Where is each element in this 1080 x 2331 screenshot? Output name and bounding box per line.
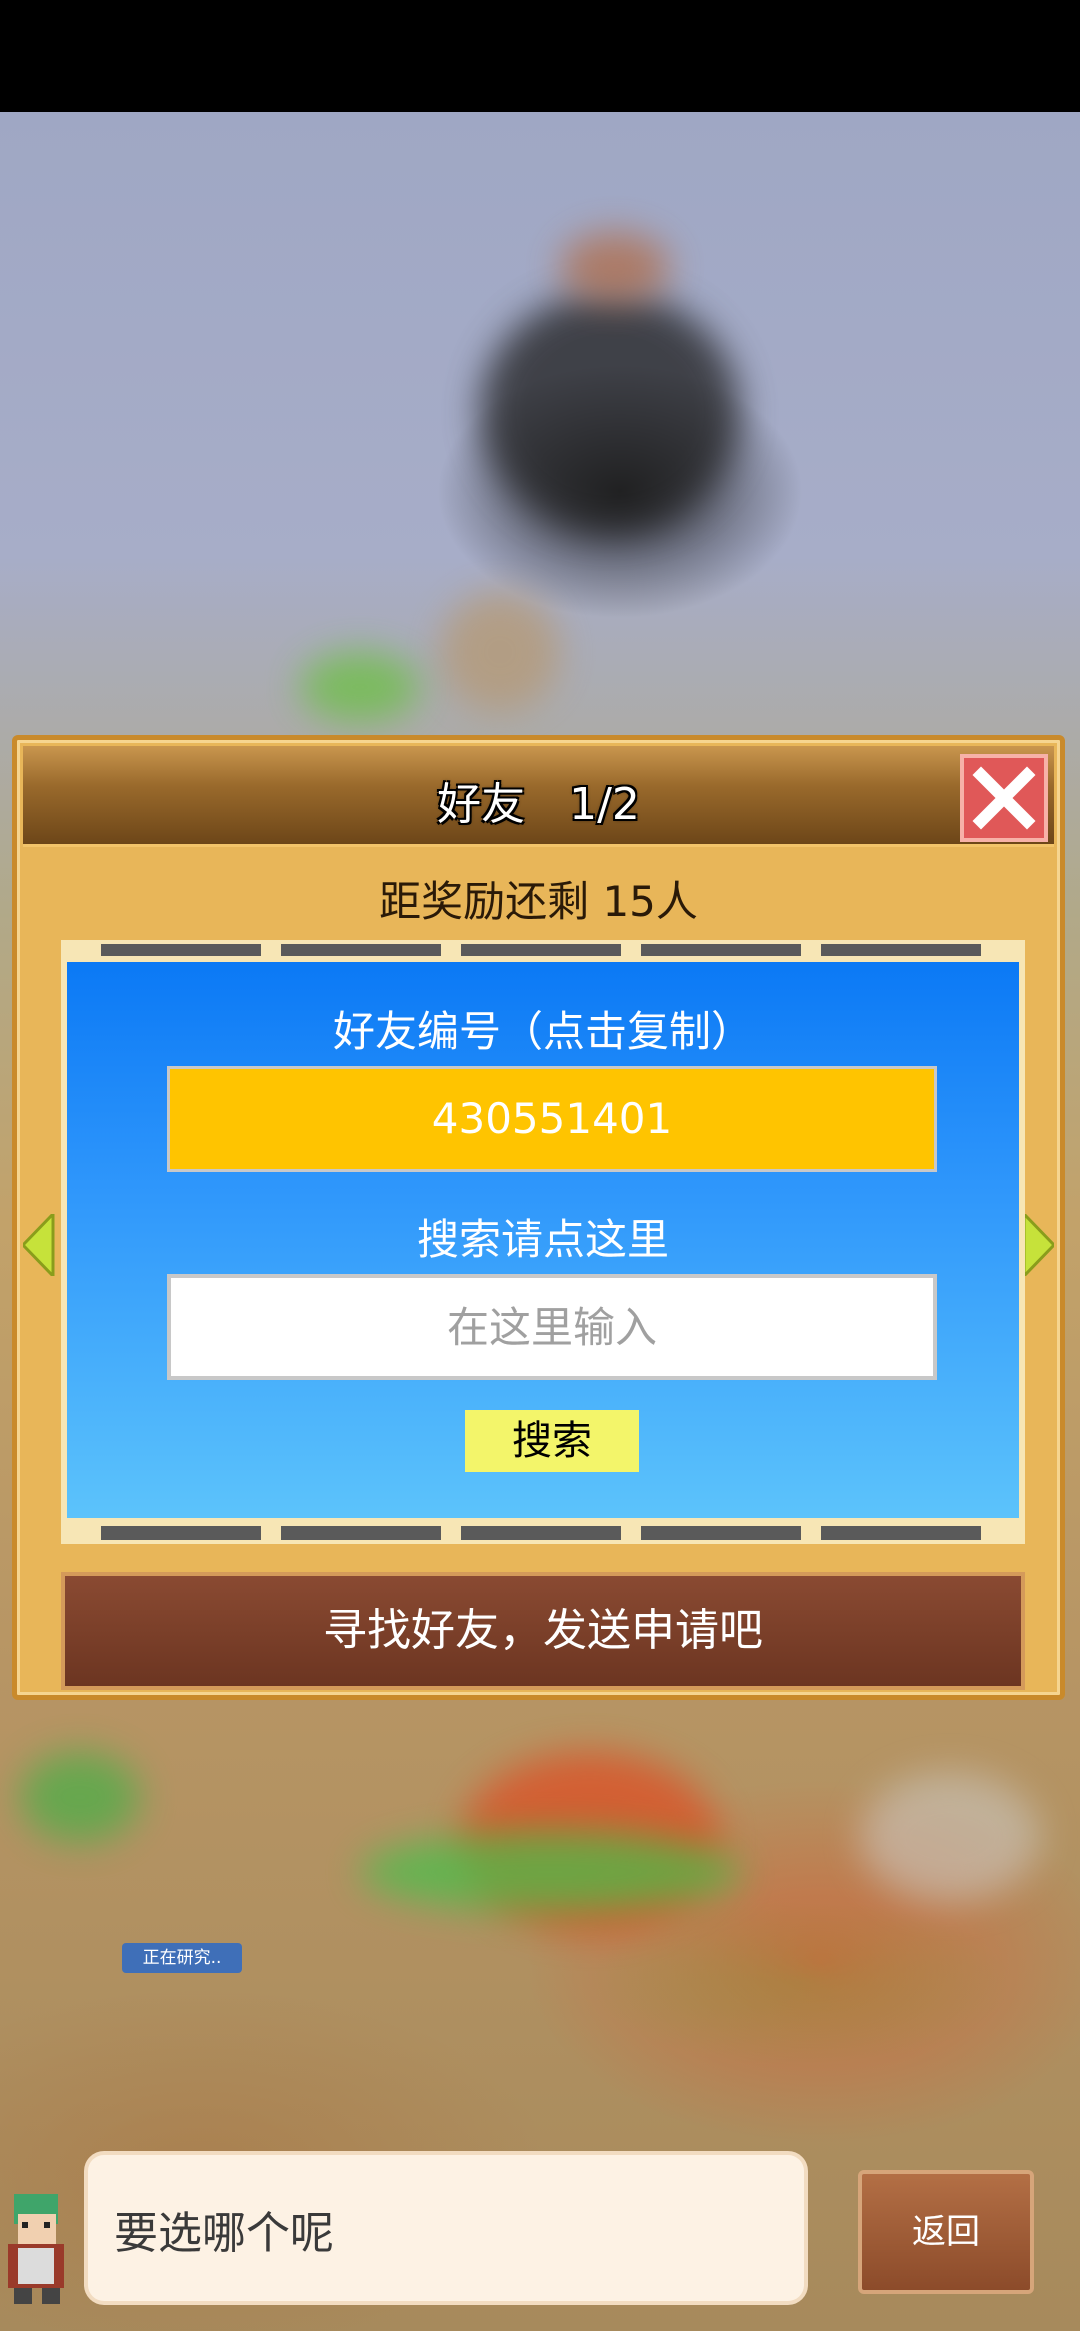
search-button[interactable]: 搜索 — [465, 1410, 639, 1472]
message-box: 要选哪个呢 — [88, 2155, 804, 2301]
back-button[interactable]: 返回 — [858, 2170, 1034, 2294]
friend-id-label: 好友编号（点击复制） — [332, 1007, 753, 1056]
friend-search-panel: 好友编号（点击复制） 430551401 搜索请点这里 搜索 — [61, 956, 1025, 1524]
reward-progress-text: 距奖励还剩 15人 — [379, 877, 698, 926]
friends-dialog: 好友 1/2 距奖励还剩 15人 好友编号（点击复制） 430551401 搜索… — [12, 735, 1065, 1700]
search-label: 搜索请点这里 — [416, 1215, 669, 1264]
close-button[interactable] — [960, 754, 1048, 842]
find-friends-button[interactable]: 寻找好友，发送申请吧 — [61, 1572, 1025, 1690]
prompt-text: 要选哪个呢 — [114, 2208, 334, 2259]
research-status-tag: 正在研究.. — [122, 1943, 242, 1973]
dialog-title: 好友 1/2 — [437, 779, 640, 830]
arrow-right-icon[interactable] — [1022, 1214, 1054, 1276]
arrow-left-icon[interactable] — [23, 1214, 55, 1276]
search-input[interactable] — [167, 1274, 937, 1380]
page-indicator-bottom — [61, 1522, 1025, 1544]
close-icon — [972, 766, 1036, 830]
dialog-header: 好友 1/2 — [23, 746, 1054, 847]
character-avatar — [8, 2194, 64, 2304]
status-bar — [0, 0, 1080, 112]
friend-id-copy-field[interactable]: 430551401 — [167, 1066, 937, 1172]
